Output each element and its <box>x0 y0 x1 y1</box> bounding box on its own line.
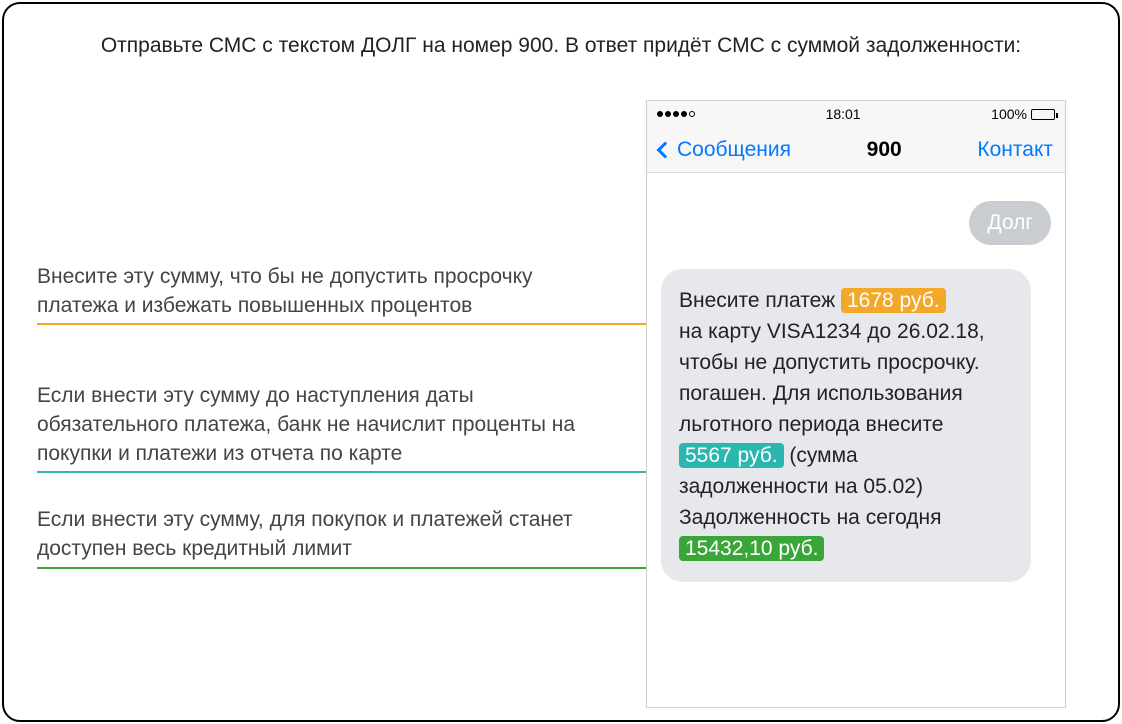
nav-title: 900 <box>867 138 902 162</box>
annotation-text: Если внести эту сумму до наступления дат… <box>37 384 575 465</box>
sms-text: на карту VISA1234 до 26.02.18, чтобы не … <box>679 320 985 374</box>
signal-strength-icon <box>657 111 695 117</box>
chevron-left-icon <box>657 141 674 158</box>
sms-text: погашен. Для использования льготного пер… <box>679 382 963 436</box>
status-time: 18:01 <box>826 106 861 122</box>
incoming-sms: Внесите платеж 1678 руб. на карту VISA12… <box>661 269 1031 582</box>
amount-total-debt: 15432,10 руб. <box>679 536 824 561</box>
amount-grace: 5567 руб. <box>679 443 784 468</box>
battery-percent: 100% <box>991 106 1027 122</box>
back-button[interactable]: Сообщения <box>659 138 791 162</box>
phone-mockup: 18:01 100% Сообщения 900 Контакт Долг Вн… <box>646 100 1066 708</box>
battery-status: 100% <box>991 106 1055 122</box>
nav-bar: Сообщения 900 Контакт <box>647 127 1065 173</box>
status-bar: 18:01 100% <box>647 101 1065 127</box>
diagram-frame: Отправьте СМС с текстом ДОЛГ на номер 90… <box>2 2 1120 722</box>
contact-button[interactable]: Контакт <box>977 138 1053 162</box>
sms-text: Внесите платеж <box>679 289 841 312</box>
annotation-text: Внесите эту сумму, что бы не допустить п… <box>37 265 533 317</box>
headline-text: Отправьте СМС с текстом ДОЛГ на номер 90… <box>4 34 1118 58</box>
sms-text: Задолженность на сегодня <box>679 506 942 529</box>
amount-min-payment: 1678 руб. <box>841 288 946 313</box>
messages-area: Долг Внесите платеж 1678 руб. на карту V… <box>647 173 1065 707</box>
annotation-full-debt: Если внести эту сумму, для покупок и пла… <box>37 505 597 563</box>
battery-icon <box>1031 109 1055 120</box>
connector-line-green <box>37 567 662 569</box>
back-label: Сообщения <box>677 138 791 162</box>
outgoing-message: Долг <box>969 201 1051 245</box>
annotation-min-payment: Внесите эту сумму, что бы не допустить п… <box>37 262 597 320</box>
annotation-text: Если внести эту сумму, для покупок и пла… <box>37 508 573 560</box>
annotation-grace-period: Если внести эту сумму до наступления дат… <box>37 381 597 468</box>
connector-line-teal <box>37 471 662 473</box>
connector-line-orange <box>37 323 662 325</box>
